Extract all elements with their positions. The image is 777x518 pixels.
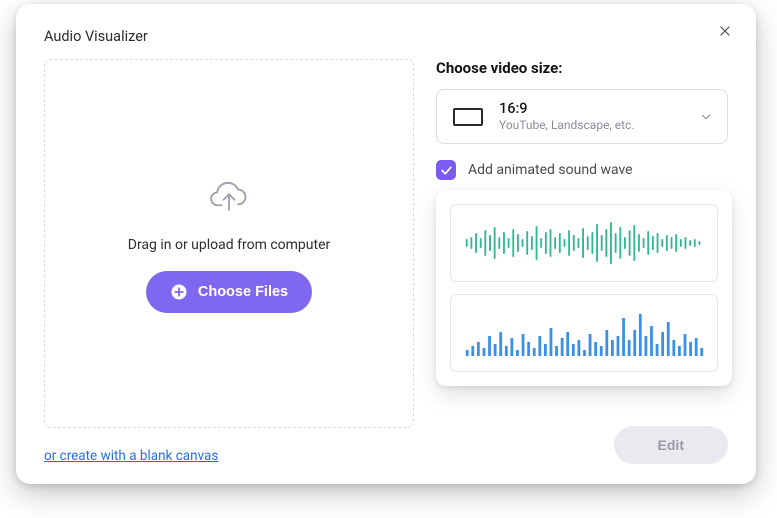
soundwave-option-bars[interactable] <box>450 294 718 372</box>
modal-title: Audio Visualizer <box>44 28 728 45</box>
choose-files-button[interactable]: Choose Files <box>146 271 312 313</box>
chevron-down-icon <box>699 110 713 124</box>
choose-files-label: Choose Files <box>198 284 288 300</box>
soundwave-checkbox[interactable] <box>436 160 456 180</box>
video-size-selected-title: 16:9 <box>499 100 683 118</box>
check-icon <box>440 164 453 177</box>
soundwave-checkbox-label: Add animated sound wave <box>468 162 633 178</box>
edit-button[interactable]: Edit <box>614 426 728 464</box>
video-size-selected-sub: YouTube, Landscape, etc. <box>499 118 683 133</box>
video-size-select[interactable]: 16:9 YouTube, Landscape, etc. <box>436 89 728 144</box>
cloud-upload-icon <box>207 175 251 219</box>
video-size-heading: Choose video size: <box>436 59 728 77</box>
blank-canvas-link[interactable]: or create with a blank canvas <box>44 448 218 464</box>
close-button[interactable] <box>714 20 736 42</box>
waveform-symmetric-icon <box>463 216 705 270</box>
upload-dropzone[interactable]: Drag in or upload from computer Choose F… <box>44 59 414 428</box>
plus-circle-icon <box>170 283 188 301</box>
dropzone-caption: Drag in or upload from computer <box>128 237 331 253</box>
soundwave-option-symmetric[interactable] <box>450 204 718 282</box>
audio-visualizer-modal: Audio Visualizer Drag in or upload from … <box>16 4 756 484</box>
aspect-ratio-icon <box>453 108 483 126</box>
soundwave-options-card <box>436 190 732 386</box>
soundwave-checkbox-row[interactable]: Add animated sound wave <box>436 160 728 180</box>
waveform-bars-icon <box>463 306 705 360</box>
close-icon <box>718 24 732 38</box>
